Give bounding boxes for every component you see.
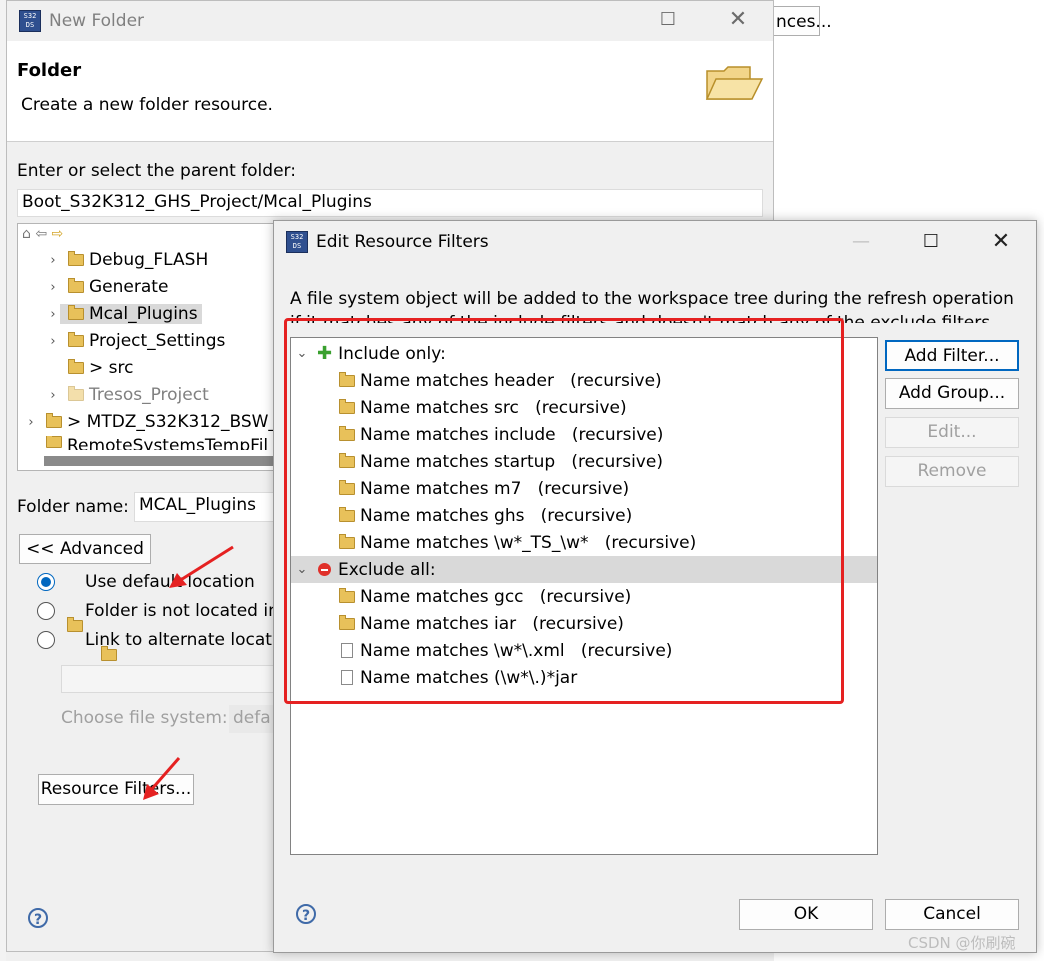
wizard-header: Folder Create a new folder resource. [7, 41, 773, 142]
close-button[interactable]: ✕ [715, 1, 761, 41]
virtual-folder-icon [101, 646, 118, 661]
tree-nav-toolbar: ⌂ ⇦ ⇨ [22, 226, 63, 242]
chevron-right-icon[interactable]: › [46, 388, 60, 403]
use-default-location-radio[interactable] [37, 573, 55, 591]
wizard-description: Create a new folder resource. [21, 95, 273, 115]
folder-name-label: Folder name: [17, 497, 129, 517]
folder-tree[interactable]: ⌂ ⇦ ⇨ › Debug_FLASH › Generate › Mcal_Plugi… [17, 223, 293, 471]
home-icon[interactable]: ⌂ [22, 226, 31, 242]
back-icon[interactable]: ⇦ [35, 226, 47, 242]
red-arrow-annotation [169, 545, 234, 588]
folder-not-located-radio[interactable] [37, 602, 55, 620]
folder-icon [46, 436, 62, 448]
cancel-button[interactable]: Cancel [885, 899, 1019, 930]
chevron-right-icon[interactable]: › [46, 307, 60, 322]
red-arrow-annotation [143, 757, 181, 800]
maximize-button[interactable]: ☐ [908, 221, 954, 263]
add-filter-button[interactable]: Add Filter... [885, 340, 1019, 371]
forward-icon[interactable]: ⇨ [52, 226, 64, 242]
s32ds-app-icon: S32 DS [286, 231, 308, 253]
chevron-right-icon[interactable]: › [46, 334, 60, 349]
folder-icon [68, 386, 84, 401]
parent-folder-label: Enter or select the parent folder: [17, 161, 296, 181]
red-highlight-box [284, 318, 844, 704]
folder-icon [68, 332, 84, 347]
tree-item[interactable]: › Generate [46, 277, 168, 297]
minimize-button[interactable]: — [838, 221, 884, 263]
folder-icon [68, 251, 84, 266]
folder-name-field[interactable]: MCAL_Plugins [134, 492, 294, 522]
tree-item[interactable]: › > MTDZ_S32K312_BSW_ [24, 412, 277, 432]
wizard-title: Folder [17, 60, 82, 81]
horizontal-scrollbar[interactable] [44, 456, 292, 466]
advanced-button[interactable]: << Advanced [19, 534, 151, 564]
add-group-button[interactable]: Add Group... [885, 378, 1019, 409]
edit-button[interactable]: Edit... [885, 417, 1019, 448]
tree-item-selected[interactable]: › Mcal_Plugins [46, 304, 202, 324]
open-folder-icon [705, 66, 764, 100]
parent-folder-field[interactable]: Boot_S32K312_GHS_Project/Mcal_Plugins [17, 189, 763, 217]
folder-icon [68, 305, 84, 320]
tree-item[interactable]: > src [46, 358, 133, 378]
tree-item[interactable]: RemoteSystemsTempFil [24, 436, 268, 450]
file-system-select[interactable]: defa [229, 705, 275, 733]
chevron-right-icon[interactable]: › [46, 253, 60, 268]
help-icon[interactable]: ? [296, 904, 316, 924]
chevron-right-icon[interactable]: › [24, 415, 38, 430]
background-button-fragment[interactable]: nces... [774, 6, 832, 36]
erf-title: Edit Resource Filters [316, 232, 489, 252]
link-alternate-radio[interactable] [37, 631, 55, 649]
source-folder-icon [68, 359, 84, 374]
maximize-button[interactable]: ☐ [645, 1, 691, 41]
close-button[interactable]: ✕ [978, 221, 1024, 263]
tree-item[interactable]: › Debug_FLASH [46, 250, 208, 270]
location-field[interactable] [61, 665, 277, 693]
choose-file-system-label: Choose file system: [61, 708, 228, 728]
ok-button[interactable]: OK [739, 899, 873, 930]
folder-not-located-label: Folder is not located in [85, 601, 275, 621]
project-icon [46, 413, 62, 428]
watermark: CSDN @你刷碗 [908, 934, 1016, 952]
chevron-right-icon[interactable]: › [46, 280, 60, 295]
remove-button[interactable]: Remove [885, 456, 1019, 487]
help-icon[interactable]: ? [28, 908, 48, 928]
new-folder-title: New Folder [49, 11, 145, 31]
folder-icon [68, 278, 84, 293]
link-alternate-label: Link to alternate locat [85, 630, 272, 650]
s32ds-app-icon: S32 DS [19, 10, 41, 32]
folder-icon [67, 617, 83, 632]
tree-item[interactable]: › Project_Settings [46, 331, 225, 351]
tree-item[interactable]: › Tresos_Project [46, 385, 208, 405]
